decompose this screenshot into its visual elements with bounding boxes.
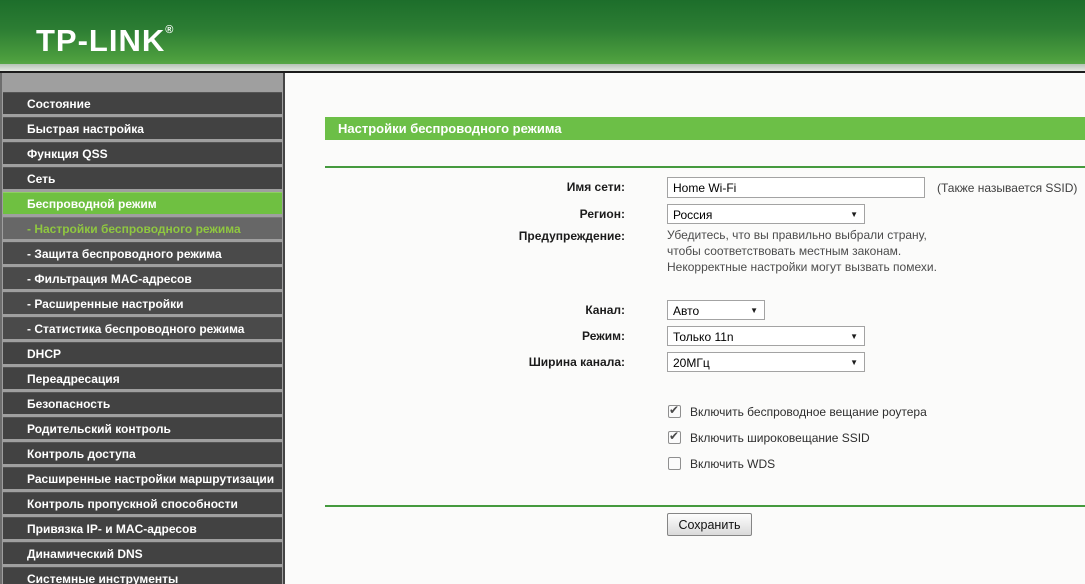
sidebar-item-1[interactable]: Быстрая настройка xyxy=(3,117,282,139)
sidebar-item-15[interactable]: Расширенные настройки маршрутизации xyxy=(3,467,282,489)
sidebar-item-10[interactable]: DHCP xyxy=(3,342,282,364)
warning-text: Убедитесь, что вы правильно выбрали стра… xyxy=(667,227,1017,275)
checkbox-checked-0[interactable] xyxy=(668,405,681,418)
mode-label: Режим: xyxy=(285,329,625,343)
separator-top xyxy=(325,166,1085,168)
channel-select[interactable]: Авто ▼ xyxy=(667,300,765,320)
app-header: TP-LINK® xyxy=(0,0,1085,64)
channel-select-value: Авто xyxy=(673,304,699,318)
region-select[interactable]: Россия ▼ xyxy=(667,204,865,224)
sidebar-item-3[interactable]: Сеть xyxy=(3,167,282,189)
sidebar-item-5[interactable]: - Настройки беспроводного режима xyxy=(3,217,282,239)
sidebar-item-19[interactable]: Системные инструменты xyxy=(3,567,282,584)
save-button[interactable]: Сохранить xyxy=(667,513,752,536)
sidebar-item-7[interactable]: - Фильтрация MAC-адресов xyxy=(3,267,282,289)
mode-select[interactable]: Только 11n ▼ xyxy=(667,326,865,346)
registered-trademark-icon: ® xyxy=(165,24,173,36)
sidebar-item-9[interactable]: - Статистика беспроводного режима xyxy=(3,317,282,339)
region-select-value: Россия xyxy=(673,208,712,222)
checkbox-label: Включить WDS xyxy=(690,457,775,471)
sidebar-item-4[interactable]: Беспроводной режим xyxy=(3,192,282,214)
chevron-down-icon: ▼ xyxy=(850,210,858,219)
sidebar-item-18[interactable]: Динамический DNS xyxy=(3,542,282,564)
sidebar-item-16[interactable]: Контроль пропускной способности xyxy=(3,492,282,514)
checkbox-label: Включить беспроводное вещание роутера xyxy=(690,405,927,419)
network-name-input[interactable] xyxy=(667,177,925,198)
logo-text: TP-LINK xyxy=(36,23,165,58)
mode-select-value: Только 11n xyxy=(673,330,734,344)
channel-width-select-value: 20МГц xyxy=(673,356,710,370)
channel-label: Канал: xyxy=(285,303,625,317)
tplink-logo: TP-LINK® xyxy=(36,13,173,58)
channel-width-label: Ширина канала: xyxy=(285,355,625,369)
chevron-down-icon: ▼ xyxy=(850,358,858,367)
sidebar-item-12[interactable]: Безопасность xyxy=(3,392,282,414)
checkbox-unchecked-2[interactable] xyxy=(668,457,681,470)
warning-label: Предупреждение: xyxy=(285,229,625,243)
sidebar-item-14[interactable]: Контроль доступа xyxy=(3,442,282,464)
chevron-down-icon: ▼ xyxy=(850,332,858,341)
page-title: Настройки беспроводного режима xyxy=(325,117,1085,140)
checkbox-row-0: Включить беспроводное вещание роутера xyxy=(668,405,927,421)
separator-bottom xyxy=(325,505,1085,507)
checkbox-checked-1[interactable] xyxy=(668,431,681,444)
checkbox-row-2: Включить WDS xyxy=(668,457,775,473)
checkbox-row-1: Включить широковещание SSID xyxy=(668,431,870,447)
sidebar-item-8[interactable]: - Расширенные настройки xyxy=(3,292,282,314)
ssid-note: (Также называется SSID) xyxy=(937,181,1077,195)
sidebar-item-17[interactable]: Привязка IP- и MAC-адресов xyxy=(3,517,282,539)
sidebar-item-11[interactable]: Переадресация xyxy=(3,367,282,389)
chevron-down-icon: ▼ xyxy=(750,306,758,315)
network-name-label: Имя сети: xyxy=(285,180,625,194)
checkbox-label: Включить широковещание SSID xyxy=(690,431,870,445)
sidebar-item-13[interactable]: Родительский контроль xyxy=(3,417,282,439)
region-label: Регион: xyxy=(285,207,625,221)
channel-width-select[interactable]: 20МГц ▼ xyxy=(667,352,865,372)
sidebar-item-0[interactable]: Состояние xyxy=(3,92,282,114)
sidebar-item-2[interactable]: Функция QSS xyxy=(3,142,282,164)
sidebar-nav: Состояние Быстрая настройка Функция QSS Сет… xyxy=(0,73,283,584)
sidebar-item-6[interactable]: - Защита беспроводного режима xyxy=(3,242,282,264)
tplink-admin-screen: TP-LINK® Состояние Быстрая настройка Функц… xyxy=(0,0,1085,584)
header-band xyxy=(0,64,1085,71)
main-content: Настройки беспроводного режима Имя сети:… xyxy=(285,73,1085,584)
